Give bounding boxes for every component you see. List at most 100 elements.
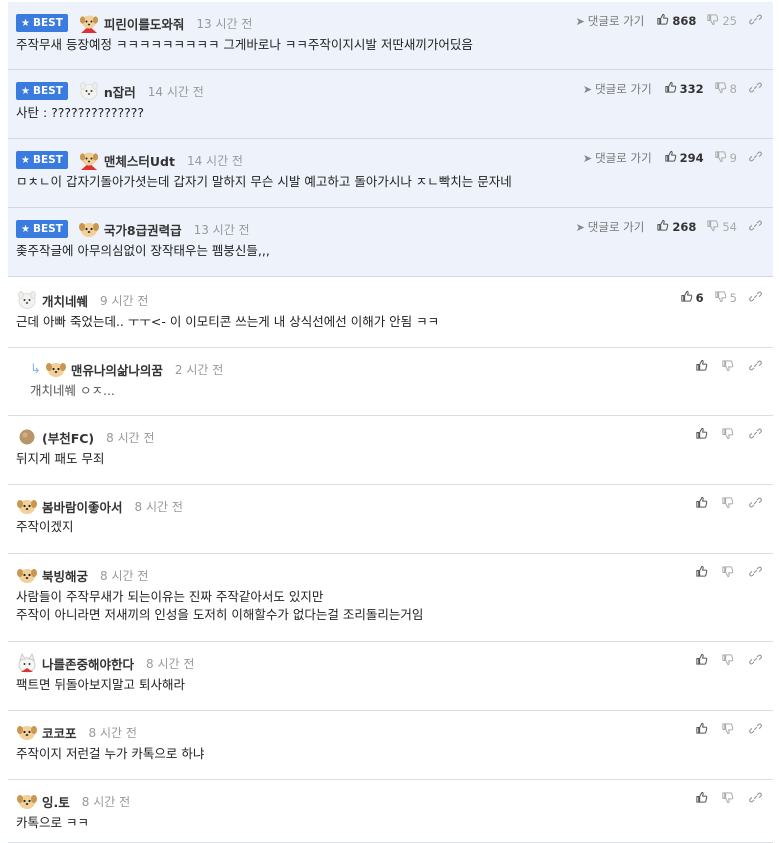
link-icon — [749, 290, 765, 306]
goto-comment-link[interactable]: ➤ 댓글로 가기 — [583, 81, 652, 97]
thumb-up-icon — [695, 565, 711, 581]
send-icon: ➤ — [582, 82, 593, 96]
thumb-up-icon — [656, 219, 672, 235]
goto-label: 댓글로 가기 — [595, 82, 652, 96]
author-nickname[interactable]: 나를존중해야한다 — [42, 654, 134, 673]
comment-item: ★ BEST n잡러 14 시간 전 ➤ 댓글로 가기 332 8 사탄 : ?????????… — [8, 70, 773, 139]
comment-actions — [695, 495, 765, 513]
downvote-button[interactable] — [721, 565, 737, 581]
thumb-down-icon — [714, 290, 730, 306]
upvote-button[interactable] — [695, 791, 711, 807]
send-icon: ➤ — [582, 151, 593, 165]
comment-time: 8 시간 전 — [134, 499, 183, 514]
author-nickname[interactable]: 맨유나의삶나의꿈 — [71, 360, 163, 379]
upvote-count: 868 — [672, 14, 697, 28]
downvote-button[interactable] — [721, 722, 737, 738]
downvote-button[interactable]: 9 — [714, 150, 737, 166]
author-nickname[interactable]: 봄바람이좋아서 — [42, 497, 123, 516]
comment-text: 근데 아빠 죽었는데.. ㅜㅜ<- 이 이모티콘 쓰는게 내 상식선에선 이해가… — [16, 314, 440, 329]
share-link-button[interactable] — [749, 653, 765, 669]
downvote-button[interactable] — [721, 359, 737, 375]
puppy-icon — [16, 790, 38, 812]
downvote-button[interactable] — [721, 791, 737, 807]
downvote-count: 9 — [729, 151, 737, 165]
thumb-up-icon — [695, 427, 711, 443]
share-link-button[interactable] — [749, 81, 765, 97]
comment-item: 잉.토 8 시간 전 카톡으로 ㅋㅋ — [8, 780, 773, 843]
link-icon — [749, 722, 765, 738]
author-nickname[interactable]: 맨체스터Udt — [104, 151, 175, 170]
thumb-up-icon — [695, 359, 711, 375]
comment-item: (부천FC) 8 시간 전 뒤지게 패도 무죄 — [8, 416, 773, 485]
thumb-down-icon — [714, 81, 730, 97]
downvote-button[interactable]: 54 — [706, 219, 737, 235]
star-icon: ★ — [21, 154, 30, 166]
upvote-button[interactable] — [695, 496, 711, 512]
comment-text: 카톡으로 ㅋㅋ — [16, 815, 89, 830]
thumb-down-icon — [706, 13, 722, 29]
comment-actions — [695, 358, 765, 376]
upvote-button[interactable]: 868 — [656, 13, 696, 29]
comment-text: 사탄 : ?????????????? — [16, 105, 145, 120]
downvote-button[interactable]: 8 — [714, 81, 737, 97]
share-link-button[interactable] — [749, 13, 765, 29]
share-link-button[interactable] — [749, 290, 765, 306]
downvote-count: 5 — [729, 291, 737, 305]
upvote-count: 6 — [695, 291, 704, 305]
downvote-button[interactable]: 5 — [714, 290, 737, 306]
share-link-button[interactable] — [749, 427, 765, 443]
comment-time: 14 시간 전 — [147, 84, 204, 99]
author-nickname[interactable]: n잡러 — [104, 82, 136, 101]
downvote-button[interactable]: 25 — [706, 13, 737, 29]
upvote-button[interactable] — [695, 722, 711, 738]
comment-item: ★ BEST 맨체스터Udt 14 시간 전 ➤ 댓글로 가기 294 9 ㅁㅊㄴ이 갑자기돌아… — [8, 139, 773, 208]
goto-comment-link[interactable]: ➤ 댓글로 가기 — [583, 150, 652, 166]
best-label: BEST — [32, 154, 63, 166]
share-link-button[interactable] — [749, 791, 765, 807]
upvote-button[interactable] — [695, 359, 711, 375]
author-nickname[interactable]: 북빙해궁 — [42, 566, 88, 585]
puppy-icon — [78, 218, 100, 240]
comment-header: ↳ 맨유나의삶나의꿈 2 시간 전 — [30, 358, 223, 380]
author-nickname[interactable]: 개치네쒜 — [42, 291, 88, 310]
share-link-button[interactable] — [749, 359, 765, 375]
share-link-button[interactable] — [749, 496, 765, 512]
goto-comment-link[interactable]: ➤ 댓글로 가기 — [576, 219, 645, 235]
upvote-button[interactable]: 294 — [664, 150, 704, 166]
upvote-button[interactable] — [695, 427, 711, 443]
upvote-button[interactable]: 332 — [664, 81, 704, 97]
share-link-button[interactable] — [749, 565, 765, 581]
author-nickname[interactable]: 잉.토 — [42, 792, 70, 811]
author-nickname[interactable]: 국가8급권력급 — [104, 220, 182, 239]
upvote-button[interactable]: 6 — [680, 290, 704, 306]
link-icon — [749, 791, 765, 807]
share-link-button[interactable] — [749, 219, 765, 235]
comment-header: ★ BEST 맨체스터Udt 14 시간 전 — [16, 149, 243, 171]
downvote-button[interactable] — [721, 496, 737, 512]
link-icon — [749, 496, 765, 512]
upvote-button[interactable] — [695, 653, 711, 669]
author-nickname[interactable]: 피린이를도와줘 — [104, 14, 185, 33]
thumb-up-icon — [664, 150, 680, 166]
goto-comment-link[interactable]: ➤ 댓글로 가기 — [576, 13, 645, 29]
comment-time: 8 시간 전 — [146, 656, 195, 671]
puppy-icon — [16, 721, 38, 743]
reply-arrow-icon: ↳ — [30, 361, 41, 377]
comment-time: 14 시간 전 — [186, 153, 243, 168]
comment-text: 주작무새 등장예정 ㅋㅋㅋㅋㅋㅋㅋㅋㅋ 그게바로나 ㅋㅋ주작이지시발 저딴새끼가… — [16, 37, 473, 52]
comment-actions: 65 — [680, 289, 765, 307]
comment-time: 9 시간 전 — [100, 293, 149, 308]
share-link-button[interactable] — [749, 722, 765, 738]
comment-item: 봄바람이좋아서 8 시간 전 주작이겠지 — [8, 485, 773, 554]
downvote-button[interactable] — [721, 427, 737, 443]
downvote-button[interactable] — [721, 653, 737, 669]
author-nickname[interactable]: 코코포 — [42, 723, 77, 742]
upvote-button[interactable] — [695, 565, 711, 581]
upvote-button[interactable]: 268 — [656, 219, 696, 235]
share-link-button[interactable] — [749, 150, 765, 166]
author-nickname[interactable]: (부천FC) — [42, 428, 94, 447]
comment-text: ㅁㅊㄴ이 갑자기돌아가셧는데 갑자기 말하지 무슨 시발 예고하고 돌아가시나 … — [16, 174, 512, 189]
comment-item: 코코포 8 시간 전 주작이지 저런걸 누가 카톡으로 하냐 — [8, 711, 773, 780]
thumb-up-icon — [695, 722, 711, 738]
best-badge: ★ BEST — [16, 151, 68, 169]
